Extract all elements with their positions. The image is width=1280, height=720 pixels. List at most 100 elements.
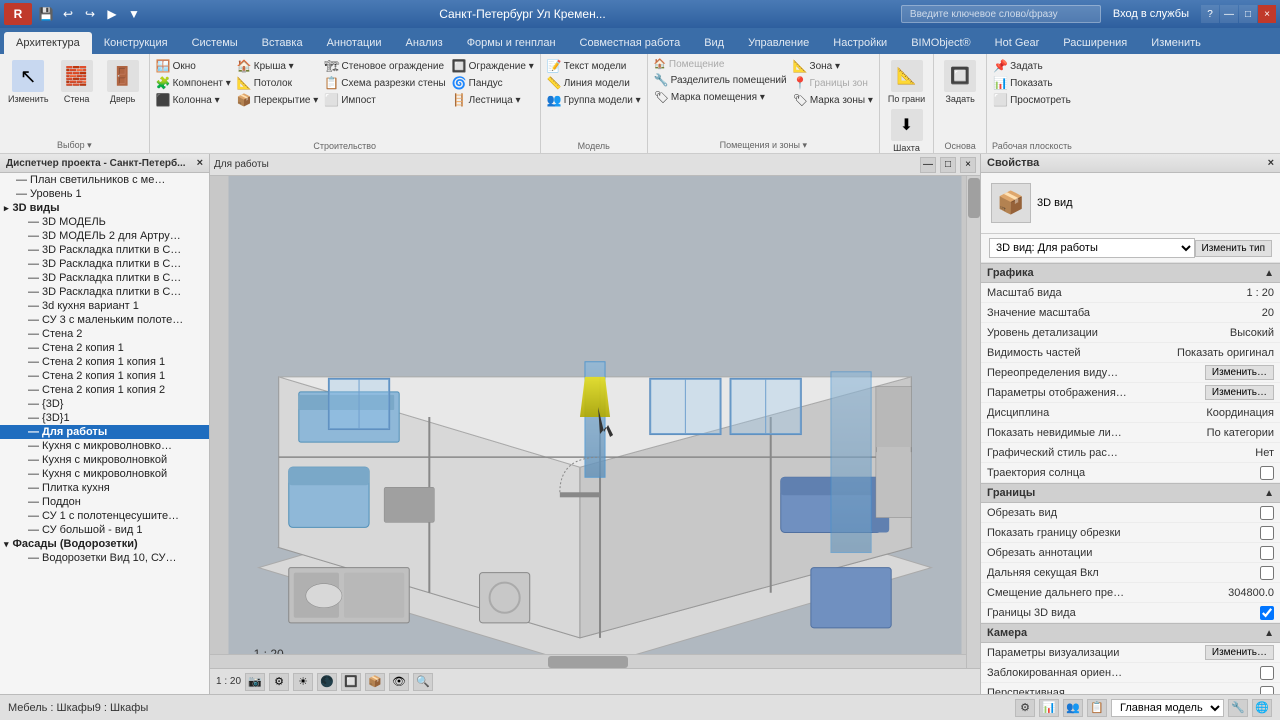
tree-item-3dmodel2[interactable]: — 3D МОДЕЛЬ 2 для Артру… (0, 229, 209, 243)
vp-settings-btn[interactable]: ⚙ (269, 673, 289, 691)
hscrollbar[interactable] (210, 654, 966, 668)
ribbon-item-floor[interactable]: 📦 Перекрытие ▾ (235, 92, 320, 108)
ribbon-item-ramp[interactable]: 🌀 Пандус (450, 75, 536, 91)
ribbon-item-curtainwall[interactable]: 🏗 Стеновое ограждение (322, 58, 447, 74)
view-type-select[interactable]: 3D вид: Для работы (989, 238, 1195, 258)
ribbon-item-column[interactable]: ⬛ Колонна ▾ (154, 92, 233, 108)
tab-annotations[interactable]: Аннотации (315, 32, 394, 54)
tree-item-tray[interactable]: — Поддон (0, 495, 209, 509)
ribbon-item-stair[interactable]: 🪜 Лестница ▾ (450, 92, 536, 108)
tab-forms[interactable]: Формы и генплан (455, 32, 568, 54)
tree-item-su1[interactable]: — СУ 1 с полотенцесушите… (0, 509, 209, 523)
section-camera[interactable]: Камера ▲ (981, 623, 1280, 643)
ribbon-item-window[interactable]: 🪟 Окно (154, 58, 233, 74)
status-btn-3[interactable]: 👥 (1063, 699, 1083, 717)
tab-modify[interactable]: Изменить (1139, 32, 1213, 54)
vp-sun-btn[interactable]: ☀ (293, 673, 313, 691)
tab-hotgear[interactable]: Hot Gear (983, 32, 1052, 54)
vp-view-btn[interactable]: 👁 (389, 673, 409, 691)
vp-maximize-btn[interactable]: □ (940, 157, 956, 173)
tree-item-kitchen-micro3[interactable]: — Кухня с микроволновкой (0, 467, 209, 481)
ribbon-item-workplane-set[interactable]: 🔲 Задать (938, 58, 982, 106)
ribbon-item-modify[interactable]: ↖ Изменить (4, 58, 53, 106)
crop-view-checkbox[interactable] (1260, 506, 1274, 520)
maximize-btn[interactable]: □ (1239, 5, 1257, 23)
vscrollbar[interactable] (966, 176, 980, 668)
tree-item-su3[interactable]: — СУ 3 с маленьким полоте… (0, 313, 209, 327)
tab-insert[interactable]: Вставка (250, 32, 315, 54)
login-btn[interactable]: Вход в службы (1105, 6, 1197, 22)
far-clip-checkbox[interactable] (1260, 566, 1274, 580)
minimize-btn[interactable]: — (1220, 5, 1238, 23)
global-search[interactable] (901, 5, 1101, 23)
tree-section-3dviews[interactable]: ▸ 3D виды (0, 201, 209, 215)
status-btn-4[interactable]: 📋 (1087, 699, 1107, 717)
perspective-checkbox[interactable] (1260, 686, 1274, 695)
ribbon-item-roomtag[interactable]: 🏷 Марка помещения ▾ (652, 89, 789, 105)
tree-item-3dtile2[interactable]: — 3D Раскладка плитки в С… (0, 257, 209, 271)
tree-item-wall2c1[interactable]: — Стена 2 копия 1 (0, 341, 209, 355)
ribbon-item-railing[interactable]: 🔲 Ограждение ▾ (450, 58, 536, 74)
ribbon-item-zoneboundary[interactable]: 📍 Границы зон (791, 75, 875, 91)
qa-dropdown[interactable]: ▼ (124, 4, 144, 24)
tab-settings[interactable]: Настройки (821, 32, 899, 54)
close-btn[interactable]: × (1258, 5, 1276, 23)
ribbon-item-roof[interactable]: 🏠 Крыша ▾ (235, 58, 320, 74)
viewport-3d[interactable]: 1 : 20 (210, 176, 980, 668)
ribbon-item-modelgroup[interactable]: 👥 Группа модели ▾ (545, 92, 643, 108)
tree-item-wall2[interactable]: — Стена 2 (0, 327, 209, 341)
undo-btn[interactable]: ↩ (58, 4, 78, 24)
ribbon-item-room[interactable]: 🏠 Помещение (652, 58, 789, 71)
tab-systems[interactable]: Системы (180, 32, 250, 54)
save-btn[interactable]: 💾 (36, 4, 56, 24)
ribbon-item-shaft[interactable]: ⬇ Шахта (884, 107, 929, 155)
render-params-btn[interactable]: Изменить… (1205, 645, 1274, 660)
status-btn-2[interactable]: 📊 (1039, 699, 1059, 717)
vp-render-btn[interactable]: 🔲 (341, 673, 361, 691)
sun-path-checkbox[interactable] (1260, 466, 1274, 480)
tab-view[interactable]: Вид (692, 32, 736, 54)
ribbon-item-byface[interactable]: 📐 По грани (884, 58, 929, 106)
ribbon-item-wp-show[interactable]: 📊 Показать (991, 75, 1073, 91)
status-btn-6[interactable]: 🌐 (1252, 699, 1272, 717)
crop-annotations-checkbox[interactable] (1260, 546, 1274, 560)
tree-item-3d1[interactable]: — {3D}1 (0, 411, 209, 425)
status-btn-5[interactable]: 🔧 (1228, 699, 1248, 717)
tree-item-3d[interactable]: — {3D} (0, 397, 209, 411)
locked-orient-checkbox[interactable] (1260, 666, 1274, 680)
status-btn-1[interactable]: ⚙ (1015, 699, 1035, 717)
overrides-btn[interactable]: Изменить… (1205, 365, 1274, 380)
ribbon-item-wp-set[interactable]: 📌 Задать (991, 58, 1073, 74)
tree-item-wall2c1c1b[interactable]: — Стена 2 копия 1 копия 1 (0, 369, 209, 383)
vp-model-btn[interactable]: 📦 (365, 673, 385, 691)
tree-item-3dtile4[interactable]: — 3D Раскладка плитки в С… (0, 285, 209, 299)
show-crop-checkbox[interactable] (1260, 526, 1274, 540)
close-props-btn[interactable]: × (1268, 157, 1274, 169)
ribbon-item-modeltext[interactable]: 📝 Текст модели (545, 58, 643, 74)
vp-minimize-btn[interactable]: — (920, 157, 936, 173)
tab-manage[interactable]: Управление (736, 32, 821, 54)
redo-btn[interactable]: ↪ (80, 4, 100, 24)
tree-item-wateroutlet[interactable]: — Водорозетки Вид 10, СУ… (0, 551, 209, 565)
tab-analysis[interactable]: Анализ (394, 32, 455, 54)
tree-item-3dtile1[interactable]: — 3D Раскладка плитки в С… (0, 243, 209, 257)
tree-item-kitchen-micro1[interactable]: — Кухня с микроволновко… (0, 439, 209, 453)
change-type-btn[interactable]: Изменить тип (1195, 240, 1272, 257)
tree-item-working[interactable]: — Для работы (0, 425, 209, 439)
ribbon-item-wallcut[interactable]: 📋 Схема разрезки стены (322, 75, 447, 91)
run-btn[interactable]: ▶ (102, 4, 122, 24)
tree-item-3dtile3[interactable]: — 3D Раскладка плитки в С… (0, 271, 209, 285)
tree-item-wall2c1c2[interactable]: — Стена 2 копия 1 копия 2 (0, 383, 209, 397)
tree-item-kitchen-tile[interactable]: — Плитка кухня (0, 481, 209, 495)
help-btn[interactable]: ? (1201, 5, 1219, 23)
tab-extensions[interactable]: Расширения (1051, 32, 1139, 54)
vp-filter-btn[interactable]: 🔍 (413, 673, 433, 691)
vp-shadow-btn[interactable]: 🌑 (317, 673, 337, 691)
vp-close-btn[interactable]: × (960, 157, 976, 173)
section-graphics[interactable]: Графика ▲ (981, 263, 1280, 283)
ribbon-item-component[interactable]: 🧩 Компонент ▾ (154, 75, 233, 91)
ribbon-item-wp-view[interactable]: ⬜ Просмотреть (991, 92, 1073, 108)
tab-collaboration[interactable]: Совместная работа (568, 32, 693, 54)
model-select[interactable]: Главная модель (1111, 699, 1224, 717)
tree-item-level1[interactable]: — Уровень 1 (0, 187, 209, 201)
